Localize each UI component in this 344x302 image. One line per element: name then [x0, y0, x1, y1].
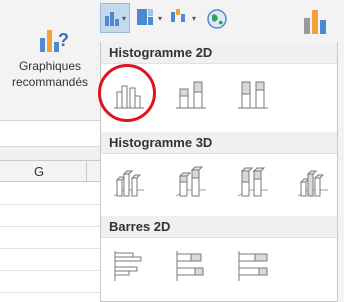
grid-row-line — [0, 204, 100, 205]
stacked-bar-icon — [173, 251, 209, 288]
recommended-charts-label: Graphiques recommandés — [6, 58, 94, 90]
stacked-column-3d-option[interactable] — [173, 164, 209, 200]
column-3d-icon — [295, 170, 331, 204]
stacked-bar-2d-option[interactable] — [173, 248, 209, 284]
waterfall-chart-icon — [170, 8, 188, 31]
sheet-spacer — [0, 146, 100, 160]
ribbon-panel: ? Graphiques recommandés — [0, 0, 100, 120]
section-header-barres-2d: Barres 2D — [101, 216, 337, 238]
section-header-histogramme-2d: Histogramme 2D — [101, 42, 337, 64]
clustered-column-3d-option[interactable] — [111, 164, 147, 200]
recommended-label-line2: recommandés — [11, 75, 89, 89]
stacked-column-icon — [173, 81, 209, 116]
chevron-down-icon: ▾ — [158, 14, 163, 23]
stacked-100-column-3d-icon — [235, 167, 271, 204]
grid-row-line — [0, 226, 100, 227]
column-3d-option[interactable] — [295, 164, 331, 200]
clustered-bar-icon — [111, 251, 147, 288]
recommended-label-line1: Graphiques — [18, 59, 82, 73]
chevron-down-icon: ▾ — [122, 14, 127, 23]
stacked-100-column-2d-option[interactable] — [235, 76, 271, 112]
hierarchy-chart-icon — [136, 8, 154, 31]
column-header-g[interactable]: G — [0, 160, 100, 182]
stacked-100-bar-icon — [235, 251, 271, 288]
section-header-histogramme-3d: Histogramme 3D — [101, 132, 337, 154]
column-label: G — [34, 164, 45, 179]
clustered-bar-2d-option[interactable] — [111, 248, 147, 284]
pivot-chart-icon — [302, 6, 332, 41]
highlight-circle-annotation — [98, 64, 156, 122]
recommended-charts-icon: ? — [38, 24, 69, 59]
grid-row-line — [0, 270, 100, 271]
stacked-100-bar-2d-option[interactable] — [235, 248, 271, 284]
stacked-100-column-3d-option[interactable] — [235, 164, 271, 200]
stacked-column-3d-icon — [173, 166, 209, 204]
column-chart-icon — [104, 10, 120, 31]
grid-row-line — [0, 248, 100, 249]
stacked-column-2d-option[interactable] — [173, 76, 209, 112]
stacked-100-column-icon — [235, 81, 271, 116]
svg-text:?: ? — [58, 30, 68, 50]
column-chart-dropdown-button[interactable]: ▾ — [100, 3, 130, 33]
grid-row-line — [0, 292, 100, 293]
globe-icon — [206, 8, 228, 35]
formula-bar-area — [0, 121, 100, 146]
chevron-down-icon: ▾ — [192, 14, 197, 23]
recommended-charts-button[interactable]: ? Graphiques recommandés — [6, 24, 94, 94]
window-right-edge — [338, 42, 344, 302]
column-separator — [86, 161, 87, 182]
clustered-column-3d-icon — [111, 170, 147, 204]
